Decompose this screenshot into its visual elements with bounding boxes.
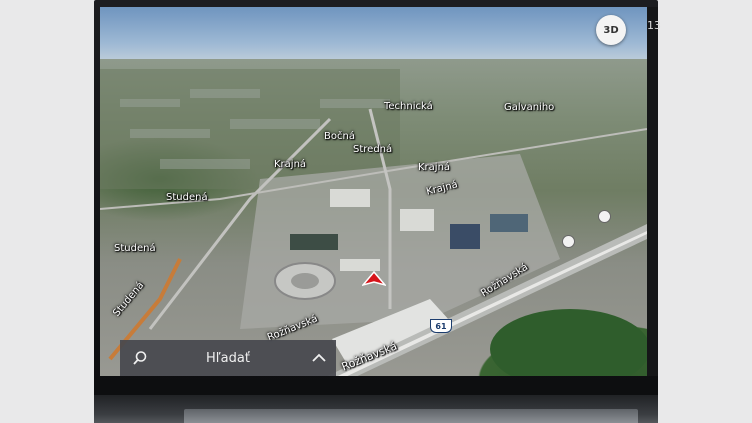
- road-label-galvaniho: Galvaniho: [504, 102, 555, 113]
- navigation-arrow-icon: [362, 271, 386, 287]
- road-label-krajna: Krajná: [418, 162, 451, 173]
- search-icon[interactable]: [120, 340, 160, 376]
- status-strip: 13: [647, 7, 661, 376]
- road-label-stredna: Stredná: [353, 144, 393, 155]
- bezel-bottom: [94, 395, 658, 423]
- road-label-bocna: Bočná: [324, 131, 355, 142]
- satellite-map-drawing: [100, 69, 647, 376]
- view-mode-3d-button[interactable]: 3D: [596, 15, 626, 45]
- search-label[interactable]: Hľadať: [160, 351, 302, 366]
- road-label-studena: Studená: [166, 192, 208, 203]
- road-shield: 61: [430, 319, 452, 333]
- search-bar[interactable]: Hľadať: [120, 340, 336, 376]
- road-label-krajna: Krajná: [274, 159, 307, 170]
- poi-icon[interactable]: [562, 235, 575, 248]
- dashboard-trim: [184, 409, 638, 423]
- map-terrain[interactable]: [100, 59, 647, 376]
- road-label-studena: Studená: [114, 243, 156, 254]
- road-label-technicka: Technická: [384, 101, 433, 112]
- clock-partial: 13: [647, 19, 661, 32]
- chevron-up-icon[interactable]: [302, 340, 336, 376]
- map-sky: [100, 7, 647, 67]
- poi-icon[interactable]: [598, 210, 611, 223]
- navigation-screen: Technická Galvaniho Bočná Stredná Krajná…: [100, 7, 647, 376]
